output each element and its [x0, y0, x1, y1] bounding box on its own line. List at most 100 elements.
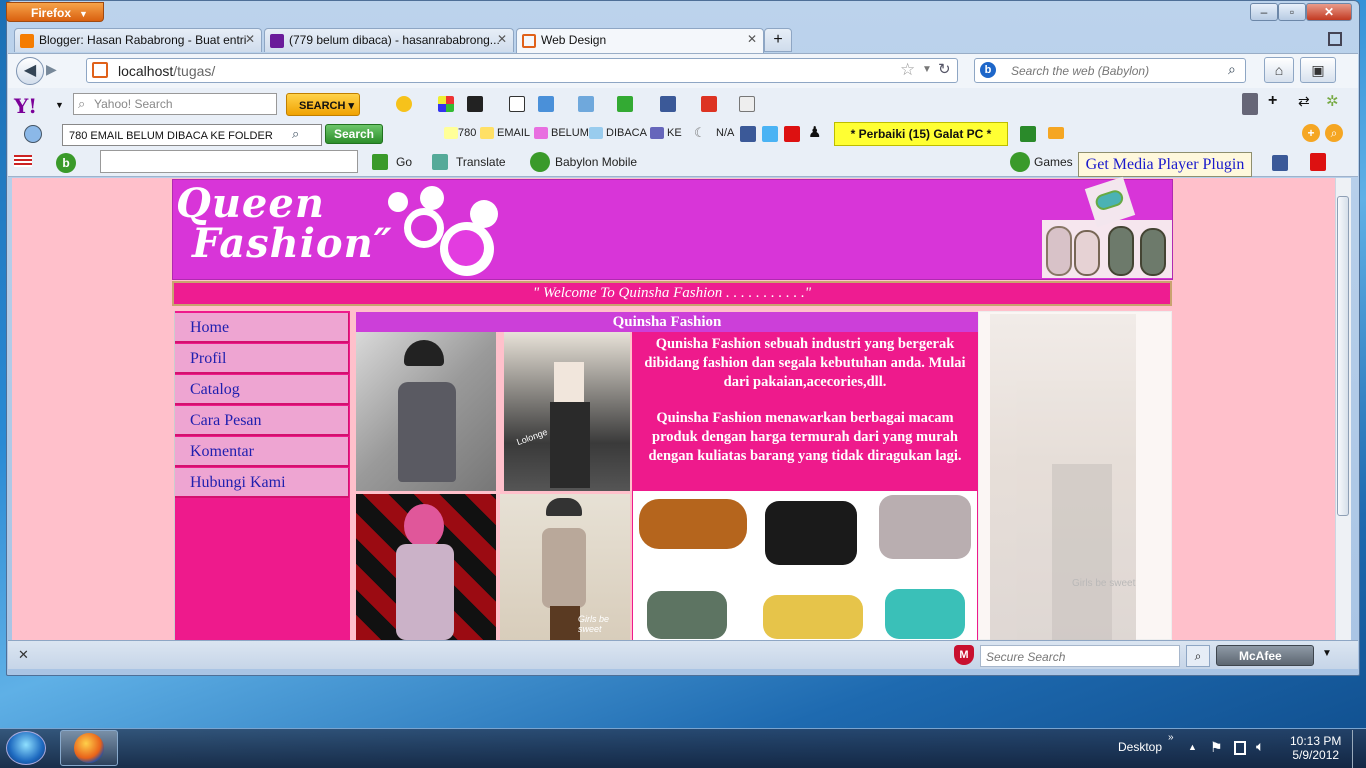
tab-web-design[interactable]: Web Design ✕ — [516, 28, 764, 53]
facebook-icon[interactable] — [1272, 155, 1288, 171]
nav-home-link[interactable]: Home — [175, 313, 349, 343]
go-label[interactable]: Go — [396, 155, 412, 169]
home-button[interactable]: ⌂ — [1264, 57, 1294, 83]
youtube-icon[interactable] — [1310, 153, 1326, 171]
toolbar-label[interactable]: DIBACA — [606, 127, 647, 139]
toolbar-label[interactable]: EMAIL — [497, 127, 530, 139]
forward-button[interactable]: ▶ — [46, 61, 57, 78]
joystick-icon[interactable]: ♟ — [808, 123, 821, 141]
clock[interactable]: 10:13 PM 5/9/2012 — [1290, 734, 1341, 762]
show-desktop-button[interactable] — [1352, 730, 1366, 768]
close-tab-icon[interactable]: ✕ — [245, 32, 255, 46]
widget-icon[interactable] — [617, 96, 633, 112]
search-icon[interactable]: ⌕ — [1325, 124, 1343, 142]
globe-icon[interactable] — [24, 125, 42, 143]
fix-pc-errors-button[interactable]: * Perbaiki (15) Galat PC * — [834, 122, 1008, 146]
close-addon-bar-icon[interactable]: ✕ — [18, 647, 29, 663]
site-identity-icon[interactable] — [92, 62, 108, 78]
firefox-menu-button[interactable]: Firefox ▼ — [6, 2, 104, 22]
mcafee-shield-icon[interactable]: M — [954, 645, 974, 665]
yahoo-logo[interactable]: Y! — [14, 94, 37, 118]
folder-icon — [650, 127, 664, 139]
dice-icon[interactable] — [701, 96, 717, 112]
action-center-flag-icon[interactable]: ⚑ — [1210, 739, 1223, 756]
games-icon[interactable] — [1010, 152, 1030, 172]
yahoo-search-input[interactable]: Yahoo! Search — [73, 93, 277, 115]
tab-mail[interactable]: (779 belum dibaca) - hasanrababrong... ✕ — [264, 28, 514, 52]
babylon-icon[interactable]: b — [980, 62, 996, 78]
translate-icon[interactable] — [432, 154, 448, 170]
nav-profil-link[interactable]: Profil — [175, 344, 349, 374]
menu-list-icon[interactable] — [1242, 93, 1258, 115]
babylon-mobile-label[interactable]: Babylon Mobile — [555, 155, 637, 169]
aol-icon[interactable] — [509, 96, 525, 112]
nav-cara-pesan-link[interactable]: Cara Pesan — [175, 406, 349, 436]
close-tab-icon[interactable]: ✕ — [747, 32, 757, 46]
twitter-icon[interactable] — [762, 126, 778, 142]
desktop-toolbar-label[interactable]: Desktop — [1118, 740, 1162, 754]
scrollbar-thumb[interactable] — [1337, 196, 1349, 516]
flickr-icon[interactable] — [438, 96, 454, 112]
envelope-icon[interactable] — [578, 96, 594, 112]
youtube-icon[interactable] — [784, 126, 800, 142]
tab-blogger[interactable]: Blogger: Hasan Rababrong - Buat entri ✕ — [14, 28, 262, 52]
us-flag-icon[interactable] — [14, 155, 32, 167]
toolbar-label[interactable]: BELUM — [551, 127, 589, 139]
plus-icon[interactable]: + — [1268, 92, 1277, 110]
new-tab-button[interactable]: + — [764, 28, 792, 52]
mcafee-siteadvisor-button[interactable]: McAfee — [1216, 645, 1314, 666]
go-arrow-icon[interactable] — [372, 154, 388, 170]
facebook-icon[interactable] — [740, 126, 756, 142]
bookmark-star-icon[interactable]: ☆ — [900, 60, 915, 80]
chevron-down-icon[interactable]: ▼ — [922, 64, 932, 75]
games-label[interactable]: Games — [1034, 155, 1073, 169]
show-hidden-icons[interactable]: ▲ — [1188, 742, 1197, 752]
alert-icon[interactable] — [396, 96, 412, 112]
swap-icon[interactable]: ⇄ — [1298, 93, 1310, 110]
start-button[interactable] — [6, 731, 46, 765]
chevron-down-icon[interactable]: ▼ — [55, 100, 64, 110]
translate-label[interactable]: Translate — [456, 155, 506, 169]
window-icon[interactable] — [739, 96, 755, 112]
get-media-player-plugin-link[interactable]: Get Media Player Plugin — [1078, 152, 1252, 177]
welcome-marquee: " Welcome To Quinsha Fashion . . . . . .… — [172, 281, 1172, 306]
add-icon[interactable]: + — [1302, 124, 1320, 142]
web-search-input[interactable]: Search the web (Babylon) — [974, 58, 1246, 83]
tab-groups-icon[interactable] — [1328, 32, 1342, 46]
babylon-logo-icon[interactable]: b — [56, 153, 76, 173]
facebook-icon[interactable] — [660, 96, 676, 112]
address-text[interactable]: localhost/tugas/ — [118, 63, 215, 79]
yahoo-search-button[interactable]: SEARCH ▾ — [286, 93, 360, 116]
toolbar-label[interactable]: 780 — [458, 127, 476, 139]
back-button[interactable]: ◀ — [16, 57, 44, 85]
babylon-mobile-icon[interactable] — [530, 152, 550, 172]
weather-label[interactable]: N/A — [716, 127, 734, 139]
camera-icon[interactable] — [1020, 126, 1036, 142]
at-mail-icon[interactable] — [538, 96, 554, 112]
secure-search-input[interactable]: Secure Search — [980, 645, 1180, 667]
volume-icon[interactable]: 🔈︎ — [1256, 738, 1264, 755]
network-icon[interactable] — [1234, 741, 1246, 755]
amazon-icon[interactable] — [467, 96, 483, 112]
search-icon[interactable]: ⌕ — [1228, 61, 1236, 78]
close-tab-icon[interactable]: ✕ — [497, 32, 507, 46]
nav-komentar-link[interactable]: Komentar — [175, 437, 349, 467]
close-window-button[interactable]: ✕ — [1306, 3, 1352, 21]
minimize-button[interactable]: – — [1250, 3, 1278, 21]
reload-icon[interactable]: ↻ — [938, 60, 951, 78]
chevron-down-icon[interactable]: ▼ — [1322, 648, 1332, 659]
mail-search-button[interactable]: Search — [325, 124, 383, 144]
gear-icon[interactable]: ✲ — [1326, 92, 1339, 110]
envelope-icon[interactable] — [1048, 127, 1064, 139]
maximize-button[interactable]: ▫ — [1278, 3, 1306, 21]
bookmarks-button[interactable]: ▣ — [1300, 57, 1336, 83]
search-icon[interactable]: ⌕ — [292, 126, 299, 142]
nav-hubungi-kami-link[interactable]: Hubungi Kami — [175, 468, 349, 498]
address-bar[interactable] — [86, 58, 958, 83]
mail-toolbar-input[interactable]: 780 EMAIL BELUM DIBACA KE FOLDER — [62, 124, 322, 146]
search-icon[interactable]: ⌕ — [1186, 645, 1210, 667]
toolbar-label[interactable]: KE — [667, 127, 682, 139]
babylon-search-input[interactable] — [100, 150, 358, 173]
nav-catalog-link[interactable]: Catalog — [175, 375, 349, 405]
chevron-right-icon[interactable]: » — [1168, 732, 1174, 743]
